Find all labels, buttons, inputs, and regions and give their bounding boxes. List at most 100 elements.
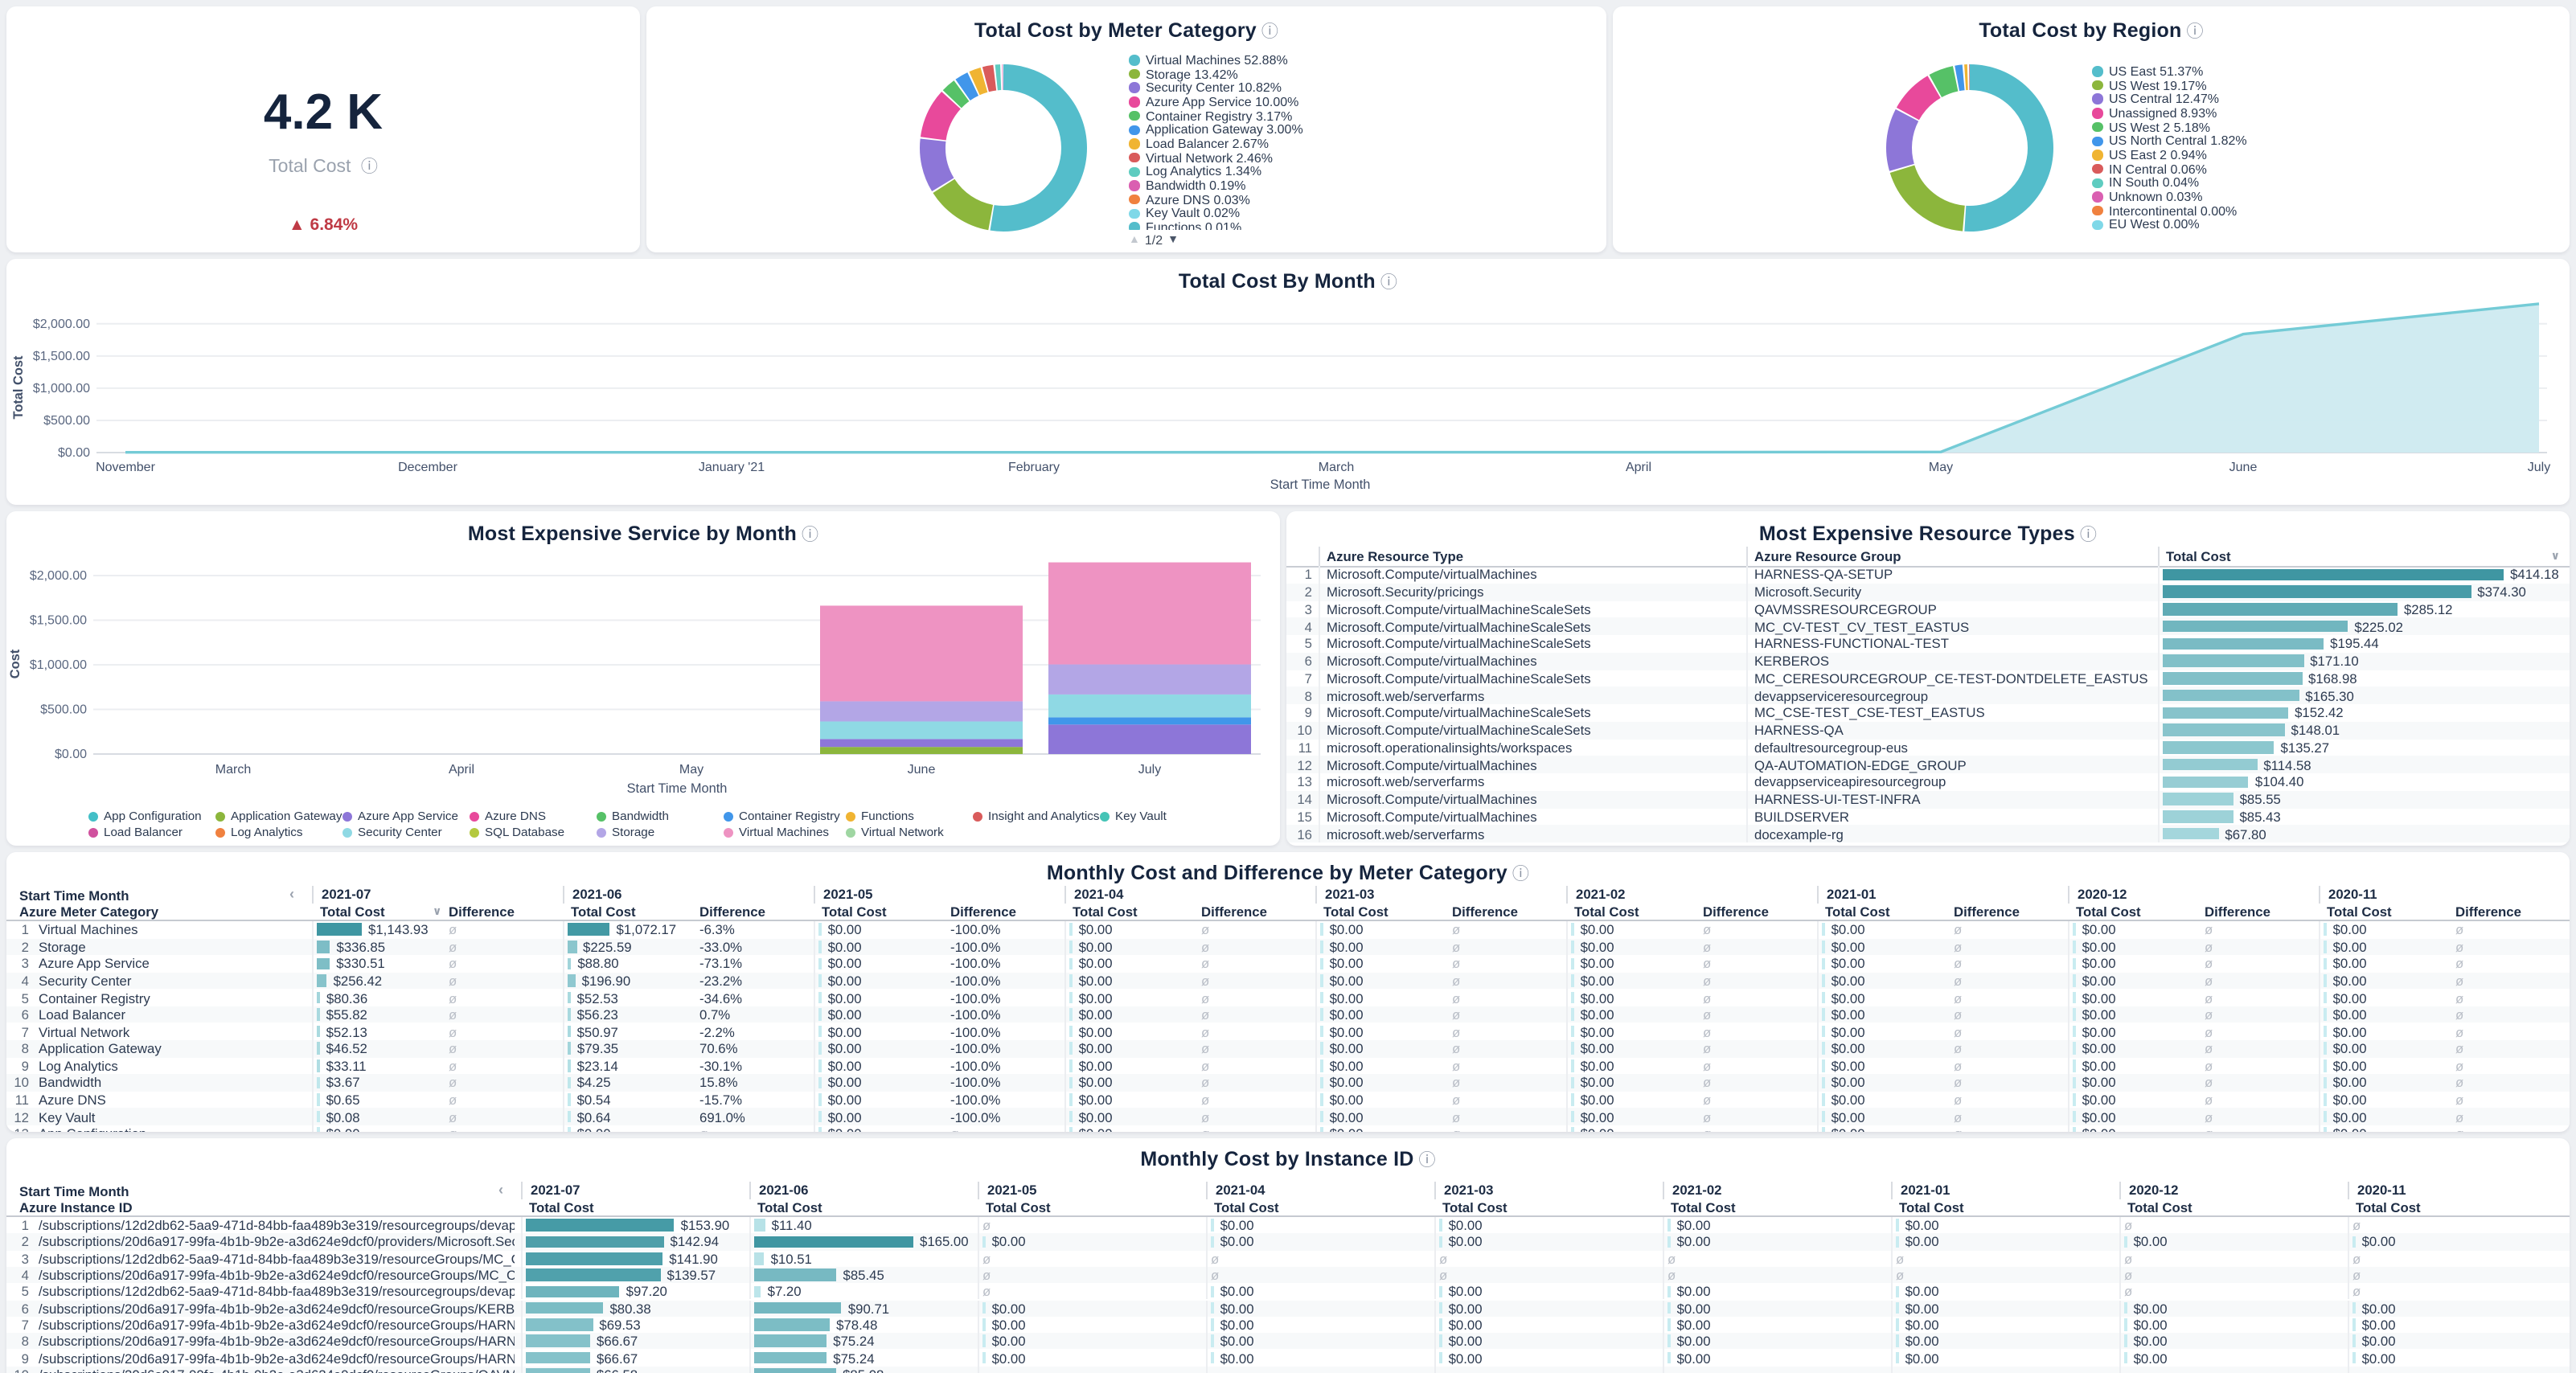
cost-bar[interactable]	[568, 1009, 571, 1021]
page-down-icon[interactable]: ▼	[1167, 235, 1179, 246]
info-icon[interactable]: ⓘ	[1380, 273, 1397, 293]
cost-bar[interactable]	[818, 957, 822, 969]
table-row[interactable]: 10Bandwidth$3.67ø$4.2515.8%$0.00-100.0%$…	[6, 1074, 2570, 1091]
info-icon[interactable]: ⓘ	[2186, 23, 2203, 42]
total-cost-header[interactable]: Total Cost	[2119, 1199, 2192, 1215]
cost-bar[interactable]	[526, 1268, 660, 1281]
table-row[interactable]: 7/subscriptions/20d6a917-99fa-4b1b-9b2e-…	[6, 1317, 2570, 1334]
cost-bar[interactable]	[1069, 992, 1073, 1004]
cost-bar[interactable]	[1069, 1009, 1073, 1021]
cost-bar[interactable]	[2073, 1093, 2076, 1105]
cost-bar[interactable]	[1320, 1009, 1323, 1021]
difference-header[interactable]: Difference	[1444, 904, 1518, 920]
cost-bar[interactable]	[317, 1059, 320, 1072]
cost-bar[interactable]	[2324, 1128, 2327, 1132]
stack-segment-application-gateway[interactable]	[820, 747, 1023, 754]
table-row[interactable]: 11Azure DNS$0.65ø$0.54-15.7%$0.00-100.0%…	[6, 1091, 2570, 1108]
month-header[interactable]: 2020-11	[2319, 886, 2570, 904]
cost-bar[interactable]	[568, 1076, 571, 1088]
cost-bar[interactable]	[754, 1252, 765, 1264]
difference-header[interactable]: Difference	[441, 904, 515, 920]
meter-category-cell[interactable]: Container Registry	[39, 990, 306, 1006]
total-cost-header[interactable]: Total Cost	[1206, 1199, 1279, 1215]
cost-bar[interactable]	[754, 1302, 842, 1314]
total-cost-header[interactable]: Total Cost	[312, 904, 385, 920]
cost-bar[interactable]	[1069, 1093, 1073, 1105]
stack-segment-security-center[interactable]	[820, 721, 1023, 739]
meter-category-cell[interactable]: Azure App Service	[39, 956, 306, 972]
cost-bar[interactable]	[2163, 828, 2218, 840]
cost-bar[interactable]	[2324, 1059, 2327, 1072]
info-icon[interactable]: ⓘ	[361, 158, 378, 177]
cost-bar[interactable]	[982, 1335, 986, 1347]
month-header[interactable]: 2021-01	[1817, 886, 2068, 904]
row-header-label[interactable]: Azure Instance ID	[19, 1199, 133, 1215]
table-row[interactable]: 8microsoft.web/serverfarmsdevappservicer…	[1286, 687, 2570, 705]
cost-bar[interactable]	[1571, 1111, 1574, 1123]
cost-bar[interactable]	[818, 992, 822, 1004]
cost-bar[interactable]	[1439, 1351, 1442, 1363]
cost-bar[interactable]	[1069, 1111, 1073, 1123]
cost-bar[interactable]	[2073, 957, 2076, 969]
legend-item[interactable]: Bandwidth 0.19%	[1129, 178, 1547, 192]
cost-bar[interactable]	[317, 974, 327, 986]
table-row[interactable]: 15Microsoft.Compute/virtualMachinesBUILD…	[1286, 808, 2570, 826]
cost-bar[interactable]	[1069, 1128, 1073, 1132]
legend-item[interactable]: US West 19.17%	[2092, 78, 2510, 92]
legend-item[interactable]: US North Central 1.82%	[2092, 134, 2510, 148]
cost-bar[interactable]	[1069, 1076, 1073, 1088]
cost-bar[interactable]	[1320, 1026, 1323, 1038]
instance-id-cell[interactable]: /subscriptions/20d6a917-99fa-4b1b-9b2e-a…	[39, 1317, 515, 1333]
cost-bar[interactable]	[1571, 1026, 1574, 1038]
difference-header[interactable]: Difference	[691, 904, 765, 920]
cost-bar[interactable]	[2073, 1009, 2076, 1021]
legend-item[interactable]: EU West 0.00%	[2092, 218, 2510, 232]
cost-bar[interactable]	[2352, 1318, 2356, 1330]
month-header[interactable]: 2020-12	[2068, 886, 2319, 904]
table-row[interactable]: 8Application Gateway$46.52ø$79.3570.6%$0…	[6, 1040, 2570, 1057]
instance-id-cell[interactable]: /subscriptions/20d6a917-99fa-4b1b-9b2e-a…	[39, 1234, 515, 1250]
table-row[interactable]: 12Microsoft.Compute/virtualMachinesQA-AU…	[1286, 756, 2570, 774]
cost-bar[interactable]	[2163, 759, 2257, 771]
legend-item[interactable]: Bandwidth	[597, 810, 669, 822]
cost-bar[interactable]	[2163, 672, 2302, 684]
month-header[interactable]: 2021-03	[1434, 1182, 1663, 1199]
cost-bar[interactable]	[317, 1009, 320, 1021]
cost-bar[interactable]	[1822, 1059, 1825, 1072]
table-row[interactable]: 12Key Vault$0.08ø$0.64691.0%$0.00-100.0%…	[6, 1109, 2570, 1125]
table-row[interactable]: 6Microsoft.Compute/virtualMachinesKERBER…	[1286, 653, 2570, 670]
meter-category-donut-chart[interactable]	[910, 55, 1097, 241]
total-cost-header[interactable]: Total Cost	[521, 1199, 594, 1215]
legend-item[interactable]: Insight and Analytics	[973, 810, 1099, 822]
table-row[interactable]: 1Virtual Machines$1,143.93ø$1,072.17-6.3…	[6, 921, 2570, 938]
cost-bar[interactable]	[1896, 1351, 1899, 1363]
info-icon[interactable]: ⓘ	[2080, 526, 2097, 545]
cost-bar[interactable]	[568, 1059, 571, 1072]
cost-bar[interactable]	[317, 992, 320, 1004]
cost-bar[interactable]	[526, 1236, 664, 1248]
legend-item[interactable]: Virtual Network	[846, 826, 944, 838]
month-header[interactable]: 2021-01	[1891, 1182, 2119, 1199]
table-row[interactable]: 8/subscriptions/20d6a917-99fa-4b1b-9b2e-…	[6, 1333, 2570, 1350]
instance-id-cell[interactable]: /subscriptions/20d6a917-99fa-4b1b-9b2e-a…	[39, 1267, 515, 1283]
total-cost-header[interactable]: Total Cost	[1663, 1199, 1736, 1215]
cost-bar[interactable]	[1320, 1076, 1323, 1088]
cost-bar[interactable]	[1571, 1128, 1574, 1132]
cost-bar[interactable]	[2073, 1076, 2076, 1088]
cost-bar[interactable]	[2073, 1043, 2076, 1055]
legend-item[interactable]: Intercontinental 0.00%	[2092, 204, 2510, 218]
cost-bar[interactable]	[526, 1285, 620, 1297]
cost-bar[interactable]	[2073, 992, 2076, 1004]
stack-segment-security-center[interactable]	[1048, 695, 1251, 717]
legend-item[interactable]: IN Central 0.06%	[2092, 162, 2510, 176]
month-header[interactable]: 2020-11	[2348, 1182, 2570, 1199]
instance-id-cell[interactable]: /subscriptions/12d2db62-5aa9-471d-84bb-f…	[39, 1250, 515, 1266]
service-stacked-bar-chart[interactable]: $0.00$500.00$1,000.00$1,500.00$2,000.00M…	[6, 543, 1280, 810]
legend-item[interactable]: SQL Database	[470, 826, 564, 838]
total-cost-header[interactable]: Total Cost	[563, 904, 636, 920]
cost-bar[interactable]	[1211, 1351, 1214, 1363]
cost-bar[interactable]	[1320, 1093, 1323, 1105]
table-row[interactable]: 5/subscriptions/12d2db62-5aa9-471d-84bb-…	[6, 1283, 2570, 1300]
difference-header[interactable]: Difference	[942, 904, 1016, 920]
cost-bar[interactable]	[2073, 1026, 2076, 1038]
